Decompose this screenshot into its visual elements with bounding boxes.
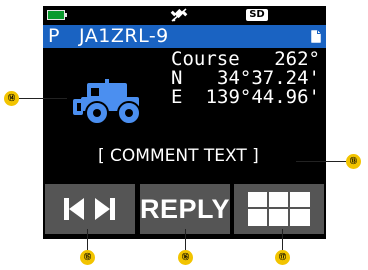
mode-indicator: P xyxy=(48,25,60,47)
callout-line-menu xyxy=(282,229,283,250)
jeep-icon xyxy=(73,79,141,125)
document-icon xyxy=(311,30,321,43)
callout-station-icon: ⑭ xyxy=(4,91,19,106)
callout-reply: ⑯ xyxy=(178,250,193,265)
reply-label: REPLY xyxy=(139,193,231,224)
callout-line-prev-next xyxy=(87,229,88,250)
reply-button[interactable]: REPLY xyxy=(140,184,230,234)
display-screen: SD P JA1ZRL-9 Course 262° N 34°37.24' E xyxy=(43,6,326,239)
battery-tip xyxy=(65,13,67,17)
position-info: Course 262° N 34°37.24' E 139°44.96' xyxy=(171,50,326,107)
callout-menu: ⑰ xyxy=(275,250,290,265)
battery-full-icon xyxy=(47,10,65,20)
longitude-value: 139°44.96' xyxy=(205,86,320,108)
callout-line-station-icon xyxy=(19,98,67,99)
callout-line-reply xyxy=(185,229,186,250)
title-bar: P JA1ZRL-9 xyxy=(43,25,326,48)
longitude-label: E xyxy=(171,86,183,108)
callout-prev-next: ⑮ xyxy=(80,250,95,265)
gps-off-icon xyxy=(170,8,188,22)
station-callsign: JA1ZRL-9 xyxy=(79,25,169,47)
callout-line-comment xyxy=(296,161,346,162)
comment-text: [ COMMENT TEXT ] xyxy=(98,146,259,166)
menu-button[interactable] xyxy=(234,184,324,234)
grid-menu-icon xyxy=(248,192,310,226)
sd-card-icon: SD xyxy=(246,9,268,21)
callout-comment: ⑬ xyxy=(346,154,361,169)
status-bar: SD xyxy=(43,6,326,25)
prev-next-button[interactable] xyxy=(45,184,135,234)
skip-prev-next-icon xyxy=(64,198,115,220)
longitude-row: E 139°44.96' xyxy=(171,88,326,107)
